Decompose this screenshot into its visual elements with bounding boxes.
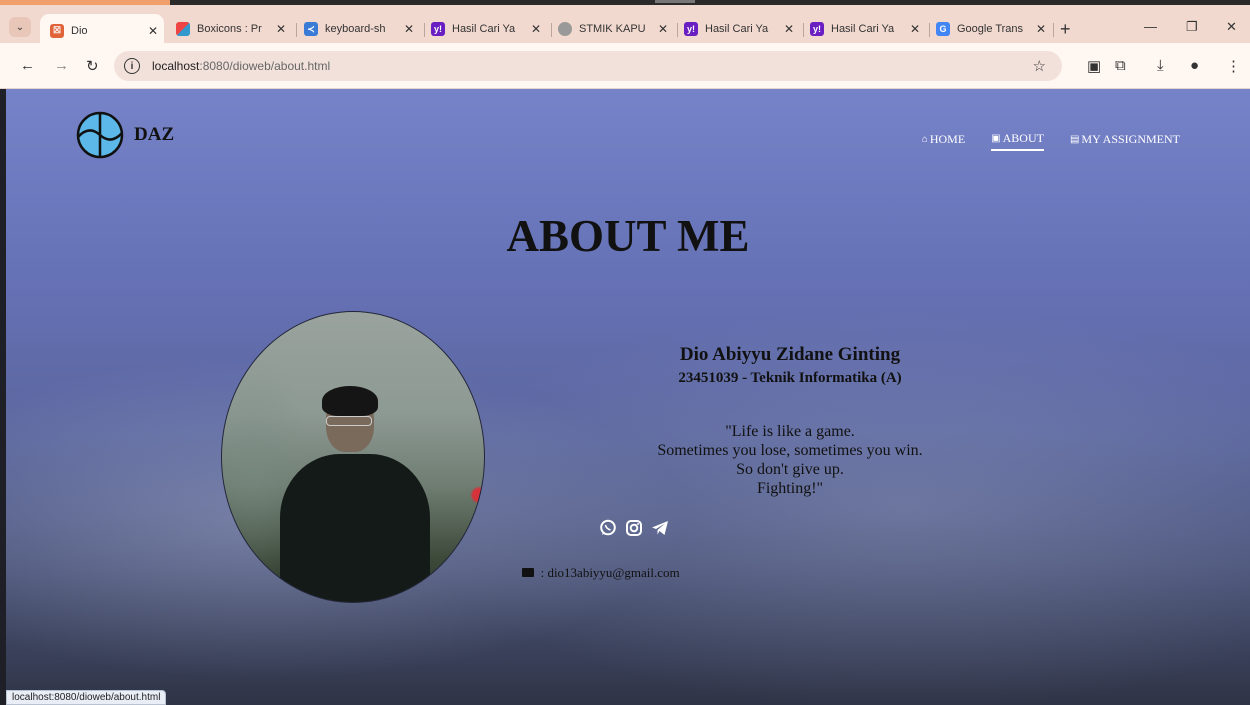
tab-title: STMIK KAPU xyxy=(579,23,646,35)
contact-email[interactable]: : dio13abiyyu@gmail.com xyxy=(6,565,1196,581)
tab-title: keyboard-sh xyxy=(325,23,386,35)
nav-about-link[interactable]: ▣ ABOUT xyxy=(991,131,1044,151)
main-nav: ⌂ HOME ▣ ABOUT ▤ MY ASSIGNMENT xyxy=(922,131,1180,151)
globe-favicon-icon xyxy=(558,22,572,36)
tab-hasil-cari-2[interactable]: y! Hasil Cari Ya ✕ xyxy=(684,15,800,43)
close-tab-icon[interactable]: ✕ xyxy=(652,22,674,36)
url-text[interactable]: localhost:8080/dioweb/about.html xyxy=(152,59,330,73)
bookmark-star-icon[interactable]: ☆ xyxy=(1033,57,1046,75)
vscode-favicon-icon: ≺ xyxy=(304,22,318,36)
tab-boxicons[interactable]: Boxicons : Pr ✕ xyxy=(176,15,292,43)
envelope-icon xyxy=(522,568,535,577)
reload-button[interactable]: ↻ xyxy=(86,57,99,75)
browser-menu-icon[interactable]: ⋮ xyxy=(1226,57,1241,75)
tab-search-button[interactable]: ⌄ xyxy=(9,17,31,37)
close-tab-icon[interactable]: ✕ xyxy=(142,24,164,38)
tab-keyboard[interactable]: ≺ keyboard-sh ✕ xyxy=(304,15,420,43)
close-tab-icon[interactable]: ✕ xyxy=(778,22,800,36)
profile-quote: "Life is like a game. Sometimes you lose… xyxy=(657,423,923,497)
address-bar[interactable]: i localhost:8080/dioweb/about.html ☆ xyxy=(114,51,1062,81)
boxicons-favicon-icon xyxy=(176,22,190,36)
logo-text: DAZ xyxy=(134,124,175,145)
site-info-icon[interactable]: i xyxy=(124,58,140,74)
page-title: ABOUT ME xyxy=(506,211,750,261)
dio-favicon-icon: ☒ xyxy=(50,23,64,38)
yahoo-favicon-icon: y! xyxy=(684,22,698,36)
extension-icon[interactable]: ▣ xyxy=(1087,57,1101,75)
profile-avatar-icon[interactable]: ● xyxy=(1190,57,1199,74)
instagram-icon[interactable] xyxy=(625,519,643,537)
close-tab-icon[interactable]: ✕ xyxy=(398,22,420,36)
extensions-puzzle-icon[interactable]: ⧉ xyxy=(1115,57,1126,74)
close-window-button[interactable]: ✕ xyxy=(1226,19,1237,35)
telegram-icon[interactable] xyxy=(651,519,669,537)
clipboard-icon: ▤ xyxy=(1069,134,1080,145)
minimize-button[interactable]: — xyxy=(1144,19,1157,34)
home-icon: ⌂ xyxy=(921,134,928,145)
profile-id-line: 23451039 - Teknik Informatika (A) xyxy=(678,370,902,386)
forward-button[interactable]: → xyxy=(54,57,69,74)
about-page: DAZ ⌂ HOME ▣ ABOUT ▤ MY ASSIGNMENT ABOUT… xyxy=(6,89,1250,705)
tab-title: Dio xyxy=(71,24,88,37)
site-logo[interactable]: DAZ xyxy=(74,111,174,159)
tab-title: Hasil Cari Ya xyxy=(452,23,516,35)
yahoo-favicon-icon: y! xyxy=(810,22,824,36)
nav-my-assignment-link[interactable]: ▤ MY ASSIGNMENT xyxy=(1070,131,1180,151)
tab-hasil-cari-3[interactable]: y! Hasil Cari Ya ✕ xyxy=(810,15,926,43)
tab-title: Hasil Cari Ya xyxy=(831,23,895,35)
user-badge-icon: ▣ xyxy=(991,133,1001,144)
close-tab-icon[interactable]: ✕ xyxy=(270,22,292,36)
back-button[interactable]: ← xyxy=(20,57,35,74)
profile-name: Dio Abiyyu Zidane Ginting xyxy=(679,344,901,365)
tab-title: Hasil Cari Ya xyxy=(705,23,769,35)
google-translate-favicon-icon: G xyxy=(936,22,950,36)
tab-google-translate[interactable]: G Google Trans ✕ xyxy=(936,15,1052,43)
close-tab-icon[interactable]: ✕ xyxy=(525,22,547,36)
profile-photo xyxy=(221,311,485,603)
status-bar-url: localhost:8080/dioweb/about.html xyxy=(6,690,167,705)
close-tab-icon[interactable]: ✕ xyxy=(1030,22,1052,36)
close-tab-icon[interactable]: ✕ xyxy=(904,22,926,36)
social-links xyxy=(12,519,1250,537)
address-toolbar: ← → ↻ i localhost:8080/dioweb/about.html… xyxy=(0,43,1250,89)
restore-button[interactable]: ❐ xyxy=(1186,19,1198,35)
logo-mark-icon xyxy=(76,111,124,159)
tab-stmik[interactable]: STMIK KAPU ✕ xyxy=(558,15,674,43)
whatsapp-icon[interactable] xyxy=(599,519,617,537)
yahoo-favicon-icon: y! xyxy=(431,22,445,36)
tab-bar: ⌄ ☒ Dio ✕ Boxicons : Pr ✕ ≺ keyboard-sh … xyxy=(0,5,1250,47)
tab-title: Google Trans xyxy=(957,23,1024,35)
new-tab-button[interactable]: + xyxy=(1060,19,1071,40)
nav-home-link[interactable]: ⌂ HOME xyxy=(922,131,965,151)
tab-title: Boxicons : Pr xyxy=(197,23,262,35)
tab-hasil-cari-1[interactable]: y! Hasil Cari Ya ✕ xyxy=(431,15,547,43)
download-icon[interactable]: ⤓ xyxy=(1157,57,1164,74)
